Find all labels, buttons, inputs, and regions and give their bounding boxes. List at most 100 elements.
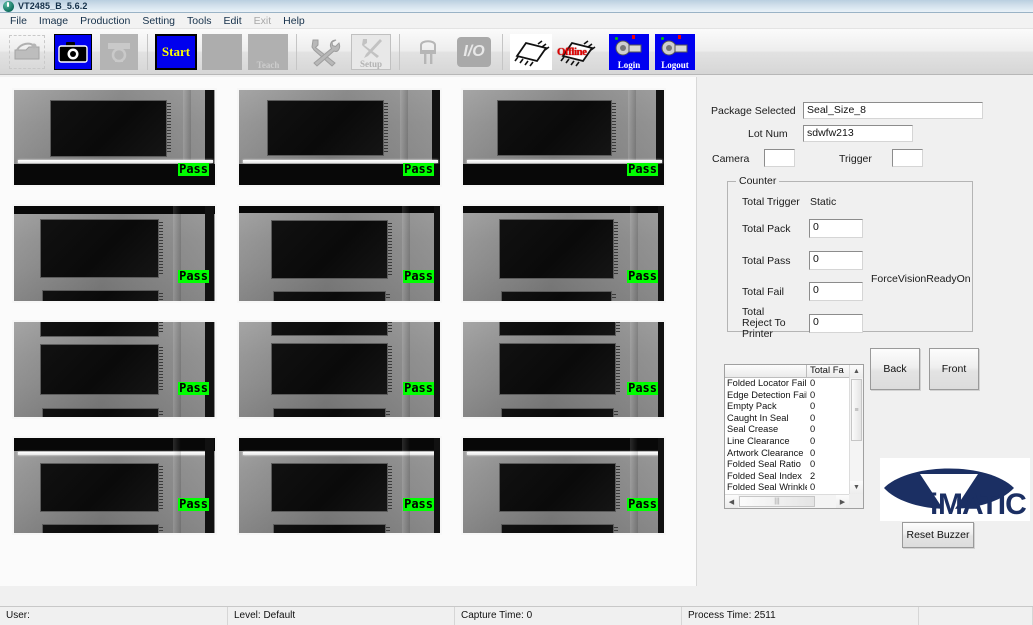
fail-count: 0	[807, 424, 849, 436]
camera-field[interactable]	[764, 149, 795, 167]
menu-item-help[interactable]: Help	[277, 13, 311, 29]
total-pack-field[interactable]: 0	[809, 219, 863, 238]
fail-table-vertical-scrollbar[interactable]: ▲ ≡ ▼	[849, 365, 863, 494]
fail-count: 2	[807, 471, 849, 483]
fail-name: Folded Seal Index	[725, 471, 807, 483]
status-user: User:	[0, 607, 228, 625]
total-reject-field[interactable]: 0	[809, 314, 863, 333]
fail-name: Empty Pack	[725, 401, 807, 413]
scroll-down-arrow-icon[interactable]: ▼	[850, 481, 863, 494]
fail-name: Folded Seal Wrinkle	[725, 482, 807, 494]
reset-buzzer-button[interactable]: Reset Buzzer	[902, 522, 974, 548]
menu-item-production[interactable]: Production	[74, 13, 136, 29]
inspection-cell-11[interactable]: Pass	[237, 436, 442, 535]
inspection-cell-2[interactable]: Pass	[237, 88, 442, 187]
stop-button[interactable]	[201, 32, 243, 72]
table-row[interactable]: Artwork Clearance 0	[725, 448, 849, 460]
vertical-scroll-thumb[interactable]: ≡	[851, 379, 862, 441]
table-row[interactable]: Edge Detection Fail 0	[725, 390, 849, 402]
scroll-right-arrow-icon[interactable]: ▶	[836, 495, 849, 508]
inspection-image-2: Pass	[239, 90, 440, 185]
fail-grid-header: Total Fa	[725, 365, 849, 378]
total-fail-field[interactable]: 0	[809, 282, 863, 301]
inspection-image-3: Pass	[463, 90, 664, 185]
toolbar-separator-1	[147, 34, 148, 70]
wrench-screwdriver-icon	[307, 35, 343, 69]
scroll-left-arrow-icon[interactable]: ◀	[725, 495, 738, 508]
table-row[interactable]: Empty Pack 0	[725, 401, 849, 413]
pass-badge-10: Pass	[178, 498, 209, 511]
total-trigger-mode: Static	[810, 196, 836, 208]
inspection-cell-3[interactable]: Pass	[461, 88, 666, 187]
fail-name: Caught In Seal	[725, 413, 807, 425]
inspection-image-12: Pass	[463, 438, 664, 533]
pass-badge-4: Pass	[178, 270, 209, 283]
inspection-cell-12[interactable]: Pass	[461, 436, 666, 535]
tools-button[interactable]	[304, 32, 346, 72]
pass-badge-1: Pass	[178, 163, 209, 176]
online-button[interactable]	[510, 32, 552, 72]
pass-badge-6: Pass	[627, 270, 658, 283]
menu-item-edit[interactable]: Edit	[218, 13, 248, 29]
inspection-image-7: Pass	[14, 322, 215, 417]
scroll-up-arrow-icon[interactable]: ▲	[850, 365, 863, 378]
lot-num-field[interactable]: sdwfw213	[803, 125, 913, 142]
teach-icon: Teach	[248, 34, 288, 70]
horizontal-scroll-thumb[interactable]: |||	[739, 496, 815, 507]
logout-label: Logout	[661, 60, 689, 70]
pass-badge-9: Pass	[627, 382, 658, 395]
inspection-cell-1[interactable]: Pass	[12, 88, 217, 187]
fail-count: 0	[807, 459, 849, 471]
logout-button[interactable]: Logout	[654, 32, 696, 72]
back-button[interactable]: Back	[870, 348, 920, 390]
table-row[interactable]: Line Clearance 0	[725, 436, 849, 448]
open-folder-icon	[9, 35, 45, 69]
app-logo-icon	[3, 1, 14, 12]
start-button[interactable]: Start	[155, 32, 197, 72]
inspection-cell-10[interactable]: Pass	[12, 436, 217, 535]
table-row[interactable]: Caught In Seal 0	[725, 413, 849, 425]
inspection-cell-5[interactable]: Pass	[237, 204, 442, 303]
table-row[interactable]: Folded Locator Fail 0	[725, 378, 849, 390]
menubar: File Image Production Setting Tools Edit…	[0, 13, 1033, 29]
grab-image-icon	[100, 34, 138, 70]
table-row[interactable]: Folded Seal Ratio 0	[725, 459, 849, 471]
pass-badge-5: Pass	[403, 270, 434, 283]
lot-num-label: Lot Num	[748, 128, 788, 140]
io-button[interactable]: I/O	[453, 32, 495, 72]
table-row[interactable]: Seal Crease 0	[725, 424, 849, 436]
inspection-cell-7[interactable]: Pass	[12, 320, 217, 419]
inspection-cell-6[interactable]: Pass	[461, 204, 666, 303]
fail-name: Artwork Clearance	[725, 448, 807, 460]
login-button[interactable]: Login	[608, 32, 650, 72]
fail-grid-header-total[interactable]: Total Fa	[807, 365, 849, 377]
open-folder-button[interactable]	[6, 32, 48, 72]
total-pass-field[interactable]: 0	[809, 251, 863, 270]
fail-counter-table[interactable]: Total Fa Folded Locator Fail 0 Edge Dete…	[724, 364, 864, 509]
menu-item-setting[interactable]: Setting	[136, 13, 181, 29]
inspection-cell-4[interactable]: Pass	[12, 204, 217, 303]
led-button[interactable]	[407, 32, 449, 72]
menu-item-image[interactable]: Image	[33, 13, 74, 29]
inspection-image-8: Pass	[239, 322, 440, 417]
fail-table-horizontal-scrollbar[interactable]: ◀ ||| ▶	[725, 494, 849, 508]
camera-capture-button[interactable]	[52, 32, 94, 72]
menu-item-file[interactable]: File	[4, 13, 33, 29]
front-button[interactable]: Front	[929, 348, 979, 390]
inspection-cell-9[interactable]: Pass	[461, 320, 666, 419]
status-process-time: Process Time: 2511	[682, 607, 919, 625]
menu-item-tools[interactable]: Tools	[181, 13, 218, 29]
pass-badge-11: Pass	[403, 498, 434, 511]
pass-badge-7: Pass	[178, 382, 209, 395]
fail-count: 0	[807, 413, 849, 425]
table-row[interactable]: Folded Seal Index 2	[725, 471, 849, 483]
fail-grid-header-name[interactable]	[725, 365, 807, 377]
trigger-field[interactable]	[892, 149, 923, 167]
inspection-cell-8[interactable]: Pass	[237, 320, 442, 419]
offline-button[interactable]: Offline	[556, 32, 598, 72]
toolbar-separator-3	[399, 34, 400, 70]
start-icon: Start	[155, 34, 197, 70]
table-row[interactable]: Folded Seal Wrinkle 0	[725, 482, 849, 494]
fail-count: 0	[807, 390, 849, 402]
package-selected-field[interactable]: Seal_Size_8	[803, 102, 983, 119]
